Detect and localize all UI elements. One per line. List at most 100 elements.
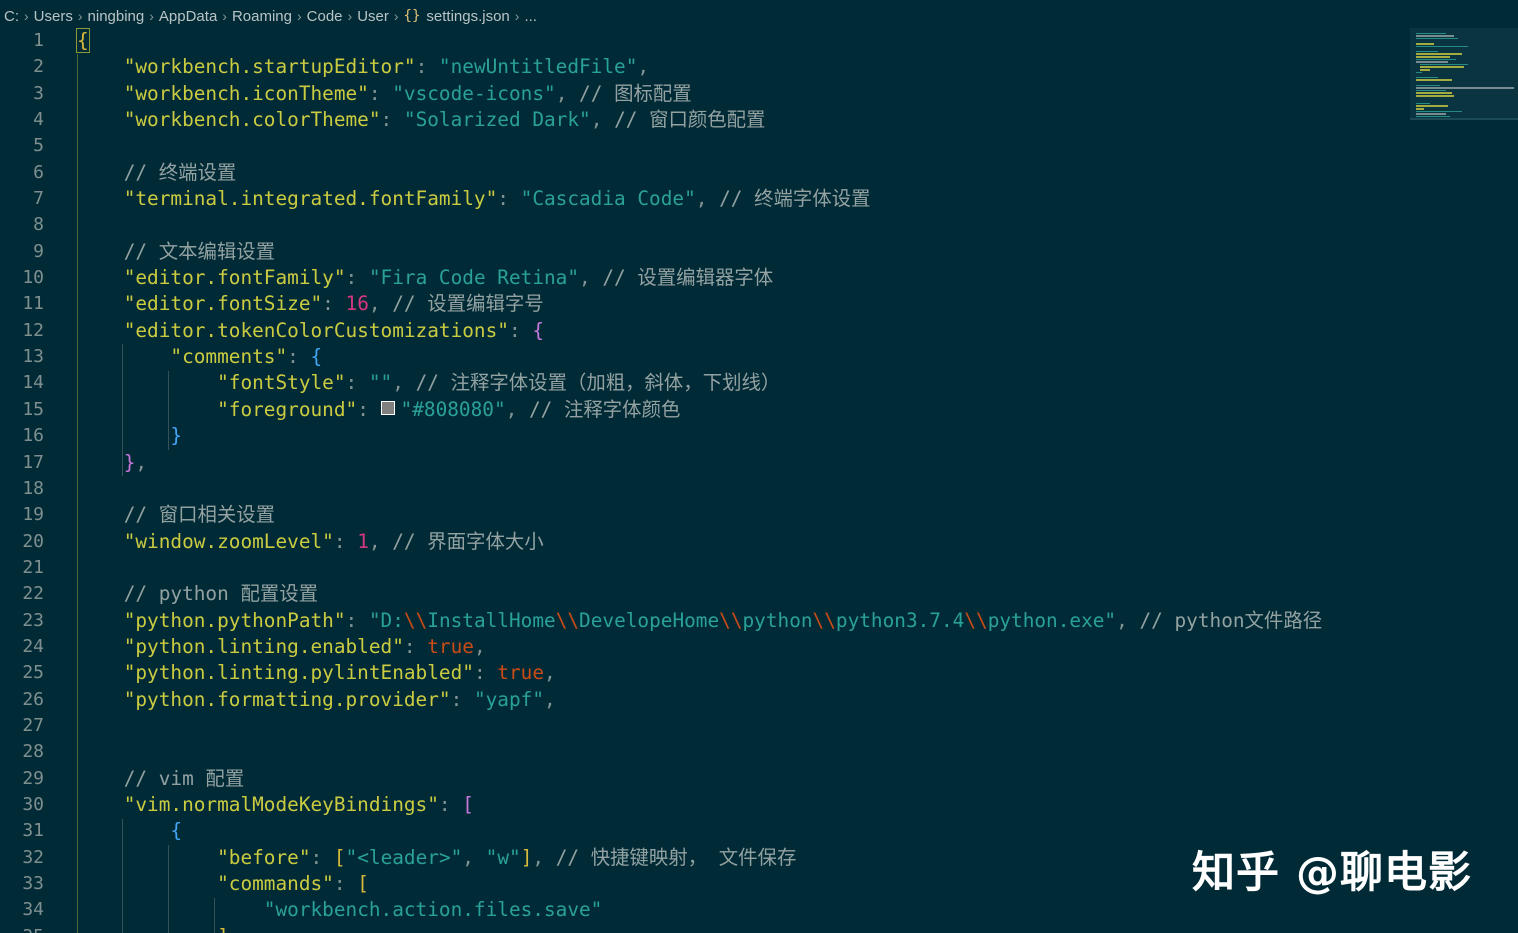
line-number: 15: [22, 398, 44, 420]
code-token: :: [368, 81, 393, 105]
code-line[interactable]: 26 "python.formatting.provider": "yapf",: [0, 687, 1518, 713]
code-line[interactable]: 12 "editor.tokenColorCustomizations": {: [0, 318, 1518, 344]
code-text: // 终端设置: [77, 160, 237, 186]
code-token: ,: [135, 450, 148, 474]
code-line[interactable]: 8: [0, 212, 1518, 238]
line-number: 19: [22, 504, 44, 526]
code-token: "workbench.colorTheme": [123, 108, 381, 132]
code-token: :: [345, 608, 369, 632]
breadcrumb-item[interactable]: User: [357, 8, 389, 25]
code-token: ,: [590, 108, 615, 132]
code-line[interactable]: 14 "fontStyle": "", // 注释字体设置（加粗，斜体，下划线）: [0, 370, 1518, 396]
code-line[interactable]: 9 // 文本编辑设置: [0, 239, 1518, 265]
code-token: // 终端设置: [123, 160, 237, 184]
code-line[interactable]: 21: [0, 555, 1518, 581]
code-line[interactable]: 22 // python 配置设置: [0, 581, 1518, 607]
line-number: 34: [22, 899, 44, 921]
code-line[interactable]: 15 "foreground": "#808080", // 注释字体颜色: [0, 397, 1518, 423]
code-line[interactable]: 17 },: [0, 450, 1518, 476]
code-text: "python.linting.pylintEnabled": true,: [77, 660, 556, 686]
code-token: ,: [555, 81, 580, 105]
code-line[interactable]: 20 "window.zoomLevel": 1, // 界面字体大小: [0, 529, 1518, 555]
chevron-right-icon: ›: [296, 8, 302, 24]
code-line[interactable]: 3 "workbench.iconTheme": "vscode-icons",…: [0, 81, 1518, 107]
code-line[interactable]: 30 "vim.normalModeKeyBindings": [: [0, 792, 1518, 818]
breadcrumb-item[interactable]: Code: [307, 8, 343, 25]
line-number: 28: [22, 741, 44, 763]
code-token: "Fira Code Retina": [368, 266, 580, 290]
minimap-line: [1420, 66, 1464, 68]
code-text: "window.zoomLevel": 1, // 界面字体大小: [77, 529, 544, 555]
code-token: }: [170, 424, 183, 448]
code-token: // 设置编辑器字体: [602, 266, 774, 290]
code-line[interactable]: 4 "workbench.colorTheme": "Solarized Dar…: [0, 107, 1518, 133]
chevron-right-icon: ›: [77, 8, 83, 24]
code-token: ,: [637, 55, 650, 79]
code-line[interactable]: 34 "workbench.action.files.save": [0, 897, 1518, 923]
code-token: :: [497, 187, 521, 211]
code-text: },: [77, 450, 147, 476]
indent-guide: [214, 897, 215, 933]
breadcrumb-file[interactable]: settings.json: [426, 8, 509, 25]
line-number: 1: [33, 30, 44, 51]
code-token: {: [532, 318, 544, 342]
color-swatch-icon[interactable]: [380, 401, 395, 416]
code-line[interactable]: 5: [0, 133, 1518, 159]
code-line[interactable]: 13 "comments": {: [0, 344, 1518, 370]
code-line[interactable]: 7 "terminal.integrated.fontFamily": "Cas…: [0, 186, 1518, 212]
code-token: ,: [368, 292, 393, 316]
code-line[interactable]: 18: [0, 476, 1518, 502]
code-token: :: [322, 292, 346, 316]
code-token: // 快捷键映射， 文件保存: [555, 845, 797, 869]
code-token: "terminal.integrated.fontFamily": [123, 187, 498, 211]
breadcrumb-item[interactable]: Users: [34, 8, 73, 25]
breadcrumb-symbol[interactable]: ...: [524, 8, 537, 25]
code-line[interactable]: 27: [0, 713, 1518, 739]
line-number: 32: [22, 846, 44, 868]
code-line[interactable]: 35 ]: [0, 924, 1518, 933]
code-token: [: [357, 872, 369, 895]
code-line[interactable]: 6 // 终端设置: [0, 160, 1518, 186]
code-token: :: [508, 318, 533, 342]
breadcrumb-item[interactable]: ningbing: [88, 8, 145, 25]
code-line[interactable]: 2 "workbench.startupEditor": "newUntitle…: [0, 54, 1518, 80]
code-line[interactable]: 1{: [0, 28, 1518, 54]
code-token: // 注释字体颜色: [528, 397, 681, 421]
minimap[interactable]: [1410, 28, 1518, 120]
line-number: 24: [22, 635, 44, 657]
code-line[interactable]: 19 // 窗口相关设置: [0, 502, 1518, 528]
code-line[interactable]: 10 "editor.fontFamily": "Fira Code Retin…: [0, 265, 1518, 291]
minimap-line: [1416, 108, 1424, 110]
code-editor[interactable]: 1{2 "workbench.startupEditor": "newUntit…: [0, 28, 1518, 933]
minimap-line: [1416, 110, 1462, 113]
breadcrumb-item[interactable]: Roaming: [232, 8, 292, 25]
code-line[interactable]: 23 "python.pythonPath": "D:\\InstallHome…: [0, 608, 1518, 634]
breadcrumb-item[interactable]: AppData: [159, 8, 217, 25]
line-number: 21: [22, 556, 44, 578]
minimap-line: [1416, 45, 1468, 48]
code-line[interactable]: 29 // vim 配置: [0, 766, 1518, 792]
minimap-line: [1416, 56, 1450, 58]
breadcrumb-item[interactable]: C:: [4, 8, 19, 25]
code-line[interactable]: 16 }: [0, 423, 1518, 449]
code-token: ,: [505, 397, 529, 421]
code-line[interactable]: 11 "editor.fontSize": 16, // 设置编辑字号: [0, 291, 1518, 317]
minimap-line: [1416, 50, 1438, 53]
code-line[interactable]: 24 "python.linting.enabled": true,: [0, 634, 1518, 660]
line-number: 25: [22, 662, 44, 684]
code-text: "editor.fontSize": 16, // 设置编辑字号: [77, 291, 544, 317]
code-token: "yapf": [473, 687, 544, 711]
code-line[interactable]: 25 "python.linting.pylintEnabled": true,: [0, 660, 1518, 686]
code-line[interactable]: 28: [0, 739, 1518, 765]
